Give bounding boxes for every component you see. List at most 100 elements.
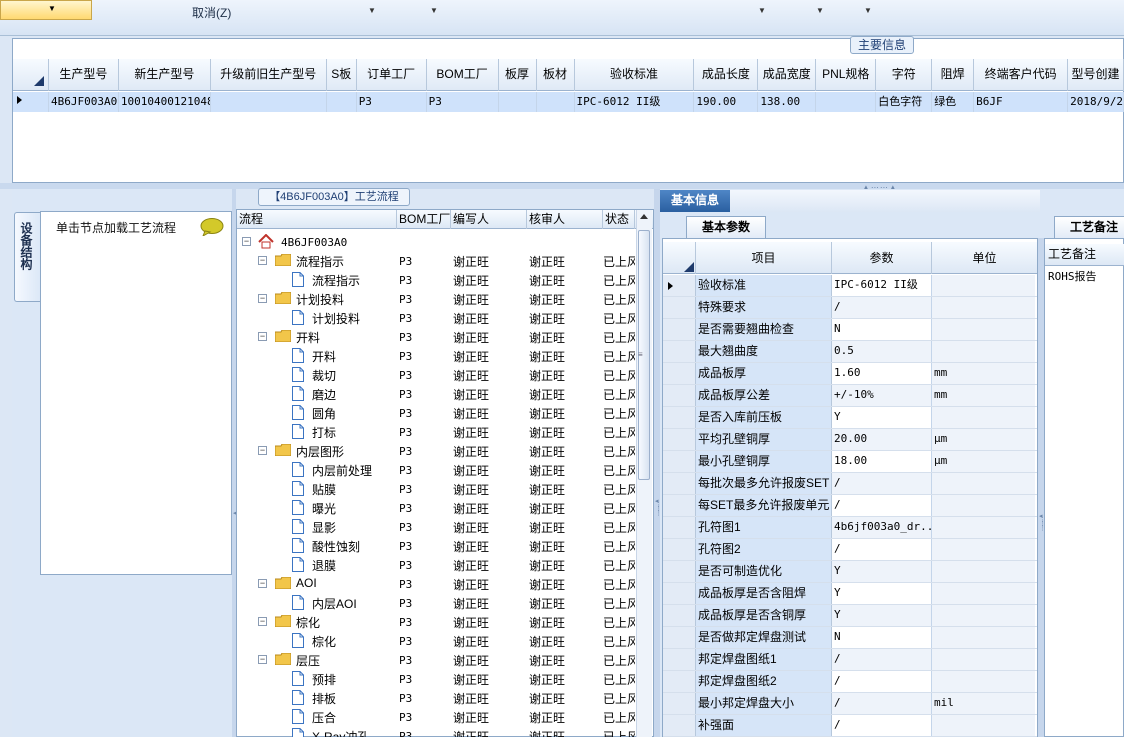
- param-value[interactable]: 1.60: [832, 363, 932, 384]
- tree-node[interactable]: 流程指示 P3 谢正旺 谢正旺 已上风: [237, 270, 635, 289]
- param-item[interactable]: 成品板厚: [696, 363, 832, 384]
- param-value[interactable]: +/-10%: [832, 385, 932, 406]
- param-item[interactable]: 孔符图2: [696, 539, 832, 560]
- params-col-header[interactable]: 项目: [696, 242, 832, 274]
- scroll-up-icon[interactable]: [640, 214, 648, 219]
- tree-node[interactable]: 贴膜 P3 谢正旺 谢正旺 已上风: [237, 479, 635, 498]
- param-value[interactable]: /: [832, 693, 932, 714]
- param-value[interactable]: Y: [832, 407, 932, 428]
- param-value[interactable]: /: [832, 715, 932, 736]
- grid-cell[interactable]: 138.00: [758, 92, 817, 112]
- param-row-selector[interactable]: [663, 363, 696, 384]
- collapse-icon[interactable]: −: [258, 617, 267, 626]
- grid-col-header[interactable]: 订单工厂: [357, 59, 427, 91]
- param-row[interactable]: 孔符图1 4b6jf003a0_dr...: [663, 517, 1037, 539]
- param-row[interactable]: 平均孔壁铜厚 20.00 μm: [663, 429, 1037, 451]
- param-unit[interactable]: μm: [932, 451, 1035, 472]
- param-row[interactable]: 成品板厚公差 +/-10% mm: [663, 385, 1037, 407]
- param-row[interactable]: 是否需要翘曲检查 N: [663, 319, 1037, 341]
- params-col-header[interactable]: 参数: [832, 242, 932, 274]
- grid-cell[interactable]: P3: [357, 92, 427, 112]
- param-row-selector[interactable]: [663, 517, 696, 538]
- tree-node[interactable]: − 流程指示 P3 谢正旺 谢正旺 已上风: [237, 251, 635, 270]
- chevron-down-icon[interactable]: ▼: [368, 6, 376, 15]
- splitter-grip-icon[interactable]: ◂⋮⋮⋮: [1039, 513, 1046, 532]
- grid-cell[interactable]: [211, 92, 327, 112]
- param-unit[interactable]: [932, 517, 1035, 538]
- param-value[interactable]: N: [832, 627, 932, 648]
- param-item[interactable]: 每批次最多允许报废SET: [696, 473, 832, 494]
- collapse-icon[interactable]: −: [258, 655, 267, 664]
- param-row[interactable]: 是否可制造优化 Y: [663, 561, 1037, 583]
- param-row-selector[interactable]: [663, 385, 696, 406]
- param-row-selector[interactable]: [663, 539, 696, 560]
- param-item[interactable]: 邦定焊盘图纸1: [696, 649, 832, 670]
- param-unit[interactable]: [932, 583, 1035, 604]
- chevron-down-icon[interactable]: ▼: [816, 6, 824, 15]
- param-item[interactable]: 孔符图1: [696, 517, 832, 538]
- chevron-down-icon[interactable]: ▼: [48, 4, 56, 13]
- param-row[interactable]: 验收标准 IPC-6012 II级: [663, 275, 1037, 297]
- scroll-grip-icon[interactable]: ≡: [638, 350, 643, 359]
- collapse-icon[interactable]: −: [242, 237, 251, 246]
- grid-cell[interactable]: 白色字符: [876, 92, 933, 112]
- cancel-button[interactable]: 取消(Z): [192, 4, 231, 21]
- grid-col-header[interactable]: 板厚: [499, 59, 537, 91]
- param-item[interactable]: 平均孔壁铜厚: [696, 429, 832, 450]
- flow-col-header[interactable]: 核审人: [527, 210, 603, 229]
- tree-node[interactable]: 圆角 P3 谢正旺 谢正旺 已上风: [237, 403, 635, 422]
- speech-bubble-icon[interactable]: [200, 218, 224, 236]
- param-row[interactable]: 成品板厚 1.60 mm: [663, 363, 1037, 385]
- tab-process-notes[interactable]: 工艺备注: [1054, 216, 1124, 238]
- param-row[interactable]: 每SET最多允许报废单元 /: [663, 495, 1037, 517]
- grid-cell[interactable]: [537, 92, 575, 112]
- tree-node[interactable]: 曝光 P3 谢正旺 谢正旺 已上风: [237, 498, 635, 517]
- param-unit[interactable]: [932, 275, 1035, 296]
- grid-col-header[interactable]: 型号创建: [1068, 59, 1124, 91]
- param-item[interactable]: 是否可制造优化: [696, 561, 832, 582]
- param-value[interactable]: /: [832, 297, 932, 318]
- param-unit[interactable]: [932, 473, 1035, 494]
- tree-node[interactable]: 内层AOI P3 谢正旺 谢正旺 已上风: [237, 593, 635, 612]
- param-value[interactable]: 4b6jf003a0_dr...: [832, 517, 932, 538]
- param-item[interactable]: 每SET最多允许报废单元: [696, 495, 832, 516]
- param-row[interactable]: 每批次最多允许报废SET /: [663, 473, 1037, 495]
- tree-node[interactable]: 打标 P3 谢正旺 谢正旺 已上风: [237, 422, 635, 441]
- grid-cell[interactable]: 10010400121048: [119, 92, 211, 112]
- tree-node[interactable]: − 计划投料 P3 谢正旺 谢正旺 已上风: [237, 289, 635, 308]
- collapse-icon[interactable]: −: [258, 579, 267, 588]
- param-item[interactable]: 最小孔壁铜厚: [696, 451, 832, 472]
- param-unit[interactable]: [932, 605, 1035, 626]
- grid-col-header[interactable]: 生产型号: [49, 59, 119, 91]
- param-row[interactable]: 成品板厚是否含阻焊 Y: [663, 583, 1037, 605]
- tree-node[interactable]: 棕化 P3 谢正旺 谢正旺 已上风: [237, 631, 635, 650]
- params-col-header[interactable]: 单位: [932, 242, 1037, 274]
- param-row-selector[interactable]: [663, 473, 696, 494]
- grid-cell[interactable]: B6JF: [974, 92, 1069, 112]
- param-row[interactable]: 邦定焊盘图纸2/: [663, 671, 1037, 693]
- tree-node[interactable]: X-Ray冲孔 P3 谢正旺 谢正旺 已上风: [237, 726, 635, 737]
- grid-cell[interactable]: 190.00: [694, 92, 759, 112]
- param-row[interactable]: 成品板厚是否含铜厚 Y: [663, 605, 1037, 627]
- process-notes-value[interactable]: ROHS报告: [1048, 268, 1097, 284]
- tree-node[interactable]: − 层压 P3 谢正旺 谢正旺 已上风: [237, 650, 635, 669]
- param-item[interactable]: 成品板厚是否含铜厚: [696, 605, 832, 626]
- toolbar-dropdown[interactable]: [0, 0, 92, 20]
- grid-cell[interactable]: 4B6JF003A0: [49, 92, 119, 112]
- flow-col-header[interactable]: 流程: [237, 210, 397, 229]
- tree-node[interactable]: 开料 P3 谢正旺 谢正旺 已上风: [237, 346, 635, 365]
- grid-col-header[interactable]: BOM工厂: [427, 59, 499, 91]
- grid-cell[interactable]: IPC-6012 II级: [575, 92, 695, 112]
- param-item[interactable]: 特殊要求: [696, 297, 832, 318]
- param-unit[interactable]: [932, 671, 1035, 692]
- param-row-selector[interactable]: [663, 429, 696, 450]
- param-unit[interactable]: [932, 539, 1035, 560]
- grid-col-header[interactable]: 板材: [537, 59, 575, 91]
- param-item[interactable]: 验收标准: [696, 275, 832, 296]
- flow-col-header[interactable]: 状态: [603, 210, 635, 229]
- param-value[interactable]: /: [832, 671, 932, 692]
- grid-col-header[interactable]: S板: [327, 59, 357, 91]
- param-row[interactable]: 是否入库前压板 Y: [663, 407, 1037, 429]
- collapse-icon[interactable]: −: [258, 446, 267, 455]
- flow-col-header[interactable]: BOM工厂: [397, 210, 451, 229]
